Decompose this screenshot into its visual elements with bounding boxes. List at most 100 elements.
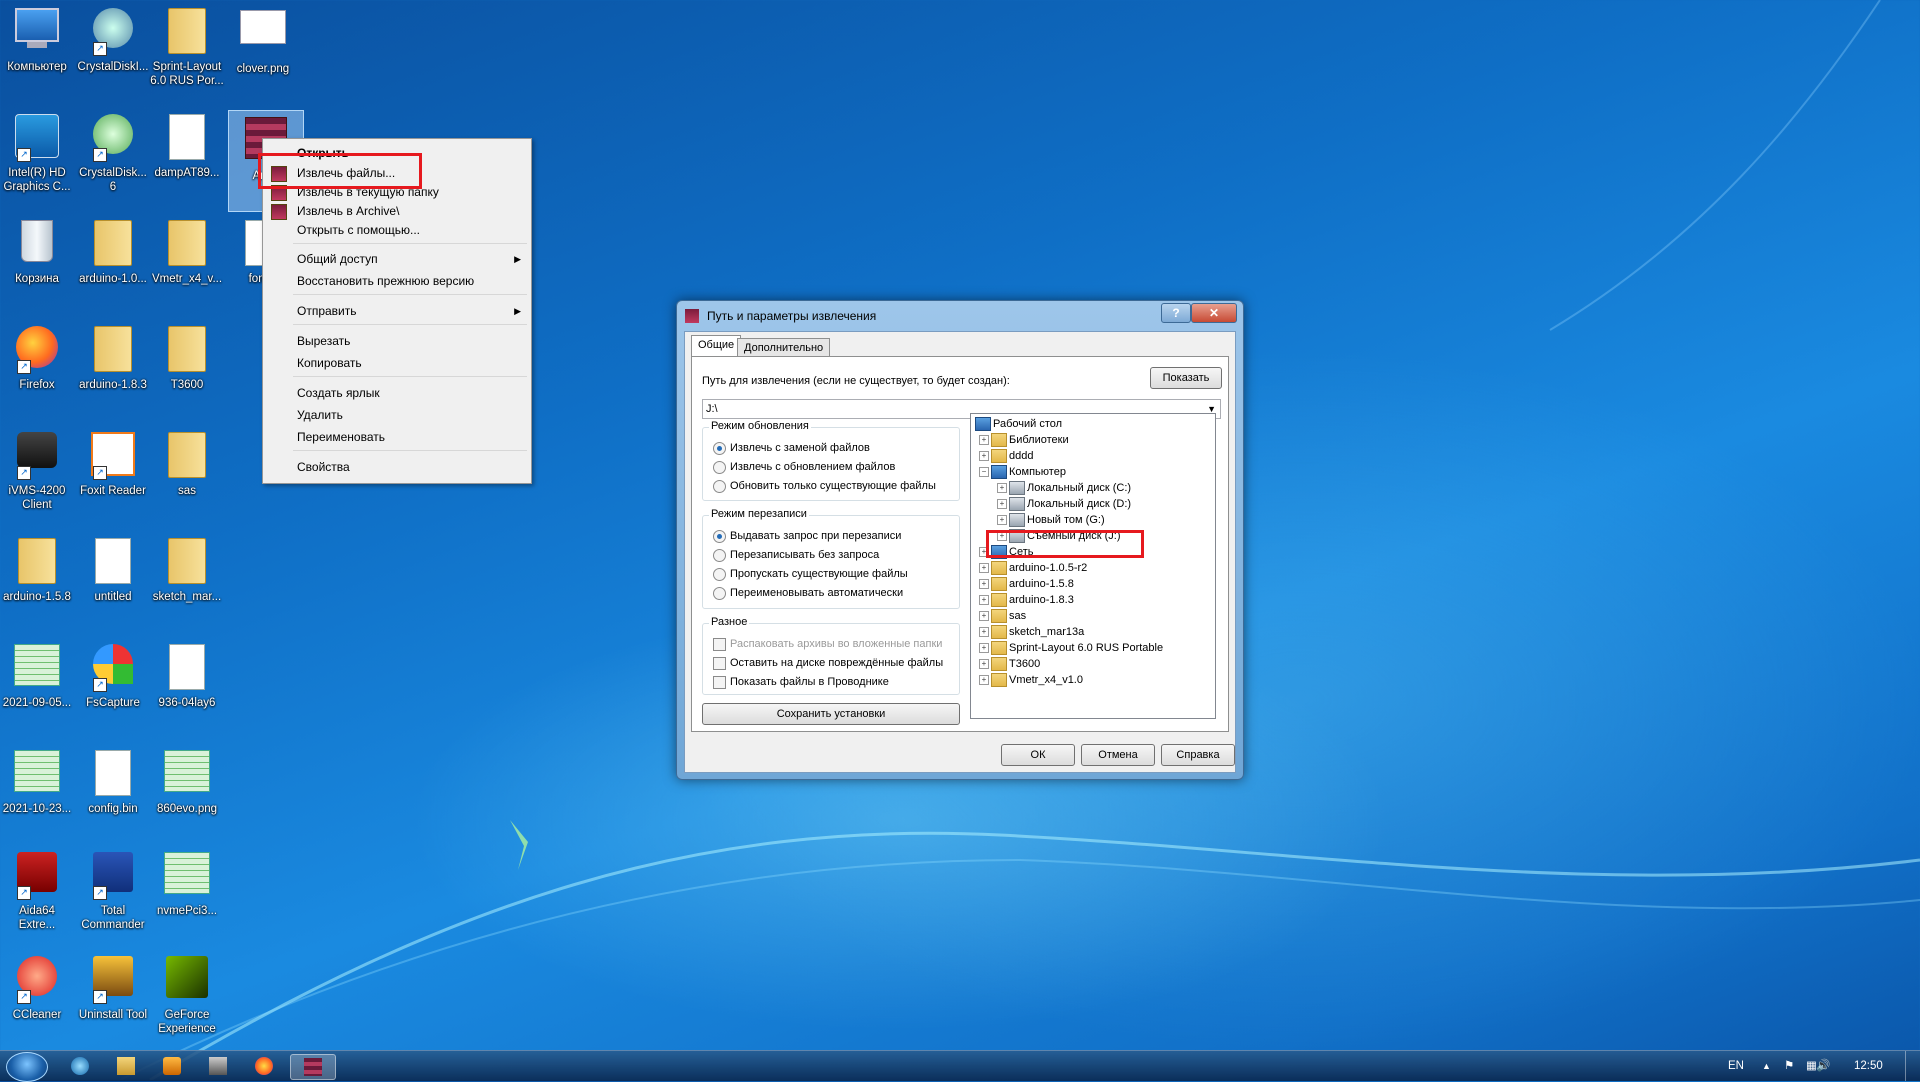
ccleaner-icon[interactable]: ↗ CCleaner (0, 950, 74, 1050)
radio-rename-auto[interactable]: Переименовывать автоматически (713, 585, 903, 601)
crystaldiskinfo-icon[interactable]: ↗ CrystalDiskI... (76, 2, 150, 102)
arduino-105-folder[interactable]: arduino-1.0... (76, 214, 150, 314)
radio-overwrite-without-prompt[interactable]: Перезаписывать без запроса (713, 547, 879, 563)
menu-separator (293, 450, 527, 451)
show-hidden-icons-icon[interactable]: ▲ (1762, 1051, 1771, 1081)
help-title-button[interactable]: ? (1161, 303, 1191, 323)
total-commander-icon[interactable]: ↗ Total Commander (76, 846, 150, 946)
checkbox-extract-nested[interactable]: Распаковать архивы во вложенные папки (713, 636, 942, 652)
ivms-client-icon[interactable]: ↗ iVMS-4200 Client (0, 426, 74, 526)
menu-item-properties[interactable]: Свойства (265, 457, 529, 477)
disk-info-icon: ↗ (89, 8, 137, 56)
clover-png-file[interactable]: clover.png (226, 2, 300, 102)
folder-icon (991, 577, 1007, 591)
foxit-reader-icon[interactable]: ↗ Foxit Reader (76, 426, 150, 526)
update-mode-group: Режим обновления Извлечь с заменой файло… (702, 420, 960, 501)
show-desktop-button[interactable] (1905, 1051, 1920, 1081)
document-icon (163, 644, 211, 692)
fscapture-icon[interactable]: ↗ FsCapture (76, 638, 150, 738)
language-indicator[interactable]: EN (1728, 1051, 1744, 1081)
document-icon (89, 750, 137, 798)
menu-item-restore-previous[interactable]: Восстановить прежнюю версию (265, 271, 529, 291)
computer-icon[interactable]: Компьютер (0, 2, 74, 102)
expand-icon: + (979, 435, 989, 445)
menu-item-sharing[interactable]: Общий доступ ▶ (265, 249, 529, 269)
document-icon (163, 114, 211, 162)
aida64-icon[interactable]: ↗ Aida64 Extre... (0, 846, 74, 946)
nvmepci-file[interactable]: nvmePci3... (150, 846, 224, 946)
monitor-icon (13, 8, 61, 56)
taskbar-explorer[interactable] (108, 1054, 144, 1078)
screenshot-2021-09-file[interactable]: 2021-09-05... (0, 638, 74, 738)
radio-update-existing[interactable]: Обновить только существующие файлы (713, 478, 936, 494)
nvidia-logo-icon (163, 956, 211, 1004)
860evo-png-file[interactable]: 860evo.png (150, 744, 224, 844)
winrar-icon (271, 204, 287, 220)
uninstall-logo-icon: ↗ (89, 956, 137, 1004)
screenshot-2021-10-file[interactable]: 2021-10-23... (0, 744, 74, 844)
drive-icon (1009, 513, 1025, 527)
taskbar-app[interactable] (200, 1054, 236, 1078)
save-settings-button[interactable]: Сохранить установки (702, 703, 960, 725)
show-button[interactable]: Показать (1150, 367, 1222, 389)
path-label: Путь для извлечения (если не существует,… (702, 375, 1010, 387)
untitled-file[interactable]: untitled (76, 532, 150, 632)
radio-extract-replace[interactable]: Извлечь с заменой файлов (713, 440, 870, 456)
crystaldiskmark-icon[interactable]: ↗ CrystalDisk... 6 (76, 108, 150, 208)
taskbar-ie[interactable] (62, 1054, 98, 1078)
recycle-bin-icon[interactable]: Корзина (0, 214, 74, 314)
dampat89-file[interactable]: dampAT89... (150, 108, 224, 208)
firefox-icon[interactable]: ↗ Firefox (0, 320, 74, 420)
action-center-icon[interactable]: ⚑ (1784, 1051, 1798, 1081)
arduino-158-folder[interactable]: arduino-1.5.8 (0, 532, 74, 632)
menu-item-send-to[interactable]: Отправить ▶ (265, 301, 529, 321)
vmetr-folder[interactable]: Vmetr_x4_v... (150, 214, 224, 314)
overwrite-mode-group: Режим перезаписи Выдавать запрос при пер… (702, 508, 960, 609)
expand-icon: + (979, 627, 989, 637)
tab-general[interactable]: Общие (691, 335, 742, 357)
uninstall-tool-icon[interactable]: ↗ Uninstall Tool (76, 950, 150, 1050)
start-button[interactable] (6, 1052, 48, 1082)
camera-icon: ↗ (13, 432, 61, 480)
folder-icon (991, 657, 1007, 671)
menu-item-copy[interactable]: Копировать (265, 353, 529, 373)
highlight-extract-files (258, 153, 422, 189)
config-bin-file[interactable]: config.bin (76, 744, 150, 844)
menu-item-extract-to-folder[interactable]: Извлечь в Archive\ (265, 201, 529, 221)
winrar-icon (685, 309, 699, 323)
arduino-183-folder[interactable]: arduino-1.8.3 (76, 320, 150, 420)
submenu-arrow-icon: ▶ (514, 254, 521, 264)
menu-item-rename[interactable]: Переименовать (265, 427, 529, 447)
help-button[interactable]: Справка (1161, 744, 1235, 766)
intel-graphics-icon[interactable]: ↗ Intel(R) HD Graphics C... (0, 108, 74, 208)
folder-icon (991, 593, 1007, 607)
taskbar-media-player[interactable] (154, 1054, 190, 1078)
menu-item-cut[interactable]: Вырезать (265, 331, 529, 351)
folder-tree[interactable]: Рабочий стол + Библиотеки + dddd − Компьюте… (970, 413, 1216, 719)
radio-ask-before-overwrite[interactable]: Выдавать запрос при перезаписи (713, 528, 901, 544)
expand-icon: + (997, 483, 1007, 493)
radio-skip-existing[interactable]: Пропускать существующие файлы (713, 566, 908, 582)
close-button[interactable]: ✕ (1191, 303, 1237, 323)
taskbar-winrar[interactable] (290, 1054, 336, 1080)
t3600-folder[interactable]: T3600 (150, 320, 224, 420)
936-04lay6-file[interactable]: 936-04lay6 (150, 638, 224, 738)
menu-item-open-with[interactable]: Открыть с помощью... (265, 220, 529, 240)
cancel-button[interactable]: Отмена (1081, 744, 1155, 766)
checkbox-keep-broken[interactable]: Оставить на диске повреждённые файлы (713, 655, 943, 671)
tab-advanced[interactable]: Дополнительно (737, 338, 831, 357)
checkbox-show-in-explorer[interactable]: Показать файлы в Проводнике (713, 674, 889, 690)
menu-item-create-shortcut[interactable]: Создать ярлык (265, 383, 529, 403)
sketch-mar-folder[interactable]: sketch_mar... (150, 532, 224, 632)
submenu-arrow-icon: ▶ (514, 306, 521, 316)
geforce-experience-icon[interactable]: GeForce Experience (150, 950, 224, 1050)
menu-separator (293, 324, 527, 325)
sprint-layout-folder[interactable]: Sprint-Layout 6.0 RUS Por... (150, 2, 224, 102)
menu-item-delete[interactable]: Удалить (265, 405, 529, 425)
radio-extract-update[interactable]: Извлечь с обновлением файлов (713, 459, 895, 475)
clock[interactable]: 12:50 (1854, 1051, 1883, 1081)
ok-button[interactable]: ОК (1001, 744, 1075, 766)
volume-icon[interactable]: 🔊 (1816, 1051, 1832, 1081)
sas-folder[interactable]: sas (150, 426, 224, 526)
taskbar-firefox[interactable] (246, 1054, 282, 1078)
